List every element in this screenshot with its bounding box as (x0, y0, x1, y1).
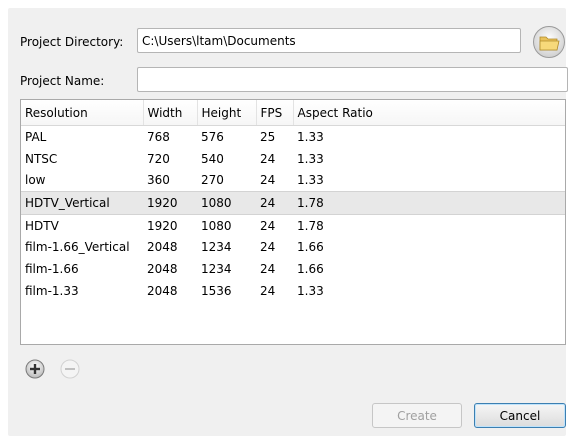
cell-aspect-ratio: 1.78 (293, 191, 565, 215)
cell-aspect-ratio: 1.66 (297, 261, 324, 276)
column-header-fps[interactable]: FPS (256, 100, 294, 126)
add-resolution-button[interactable] (24, 358, 46, 380)
table-row[interactable]: film-1.66 2048 1234 24 1.66 (21, 258, 565, 280)
cancel-button[interactable]: Cancel (474, 403, 566, 428)
table-row[interactable]: low 360 270 24 1.33 (21, 169, 565, 191)
column-header-height[interactable]: Height (197, 100, 257, 126)
cell-height: 1536 (201, 283, 232, 298)
table-row[interactable]: film-1.66_Vertical 2048 1234 24 1.66 (21, 236, 565, 258)
cell-aspect-ratio: 1.33 (297, 173, 324, 188)
cell-height: 1234 (201, 240, 232, 255)
cell-width: 768 (147, 129, 170, 144)
column-header-width[interactable]: Width (143, 100, 198, 126)
cell-resolution: film-1.33 (25, 283, 79, 298)
table-row[interactable]: PAL 768 576 25 1.33 (21, 126, 565, 148)
project-name-label: Project Name: (20, 74, 105, 88)
cell-aspect-ratio: 1.33 (297, 283, 324, 298)
folder-icon (533, 26, 565, 58)
cell-height: 270 (201, 173, 224, 188)
cell-aspect-ratio: 1.78 (297, 218, 324, 233)
plus-circle-icon (25, 359, 45, 379)
project-directory-input[interactable] (137, 28, 521, 53)
cell-height: 1080 (197, 191, 256, 215)
table-header-row: Resolution Width Height FPS Aspect Ratio (21, 100, 565, 126)
cell-aspect-ratio: 1.66 (297, 240, 324, 255)
cell-fps: 24 (260, 261, 276, 276)
cell-resolution: PAL (25, 129, 47, 144)
table-row[interactable]: HDTV 1920 1080 24 1.78 (21, 214, 565, 236)
table-row[interactable]: film-1.33 2048 1536 24 1.33 (21, 280, 565, 302)
remove-resolution-button[interactable] (59, 358, 81, 380)
cell-width: 360 (147, 173, 170, 188)
table-row[interactable]: NTSC 720 540 24 1.33 (21, 148, 565, 170)
cell-height: 1234 (201, 261, 232, 276)
cell-fps: 24 (260, 218, 276, 233)
table-row-selected[interactable]: HDTV_Vertical 1920 1080 24 1.78 (21, 191, 565, 215)
cell-resolution: film-1.66 (25, 261, 79, 276)
new-project-dialog: Project Directory: Project Name: Resolut… (8, 8, 568, 436)
cell-aspect-ratio: 1.33 (297, 151, 324, 166)
column-header-resolution[interactable]: Resolution (21, 100, 144, 126)
cell-fps: 25 (260, 129, 276, 144)
cell-resolution: low (25, 173, 46, 188)
cell-resolution: NTSC (25, 151, 58, 166)
cell-fps: 24 (256, 191, 293, 215)
cell-resolution: film-1.66_Vertical (25, 240, 130, 255)
cell-fps: 24 (260, 173, 276, 188)
cell-fps: 24 (260, 283, 276, 298)
cell-width: 2048 (147, 261, 178, 276)
resolution-table[interactable]: Resolution Width Height FPS Aspect Ratio… (20, 99, 566, 345)
cell-width: 2048 (147, 283, 178, 298)
minus-circle-icon (60, 359, 80, 379)
cell-resolution: HDTV (25, 218, 59, 233)
cell-fps: 24 (260, 240, 276, 255)
project-directory-label: Project Directory: (20, 35, 124, 49)
cell-fps: 24 (260, 151, 276, 166)
browse-folder-button[interactable] (532, 25, 566, 59)
cell-height: 1080 (201, 218, 232, 233)
project-name-input[interactable] (137, 67, 568, 92)
cell-height: 540 (201, 151, 224, 166)
cell-width: 1920 (147, 218, 178, 233)
cell-width: 1920 (143, 191, 197, 215)
cell-width: 2048 (147, 240, 178, 255)
cell-width: 720 (147, 151, 170, 166)
cell-aspect-ratio: 1.33 (297, 129, 324, 144)
cell-resolution: HDTV_Vertical (21, 191, 143, 215)
create-button[interactable]: Create (372, 403, 462, 428)
column-header-aspect-ratio[interactable]: Aspect Ratio (293, 100, 565, 126)
cell-height: 576 (201, 129, 224, 144)
